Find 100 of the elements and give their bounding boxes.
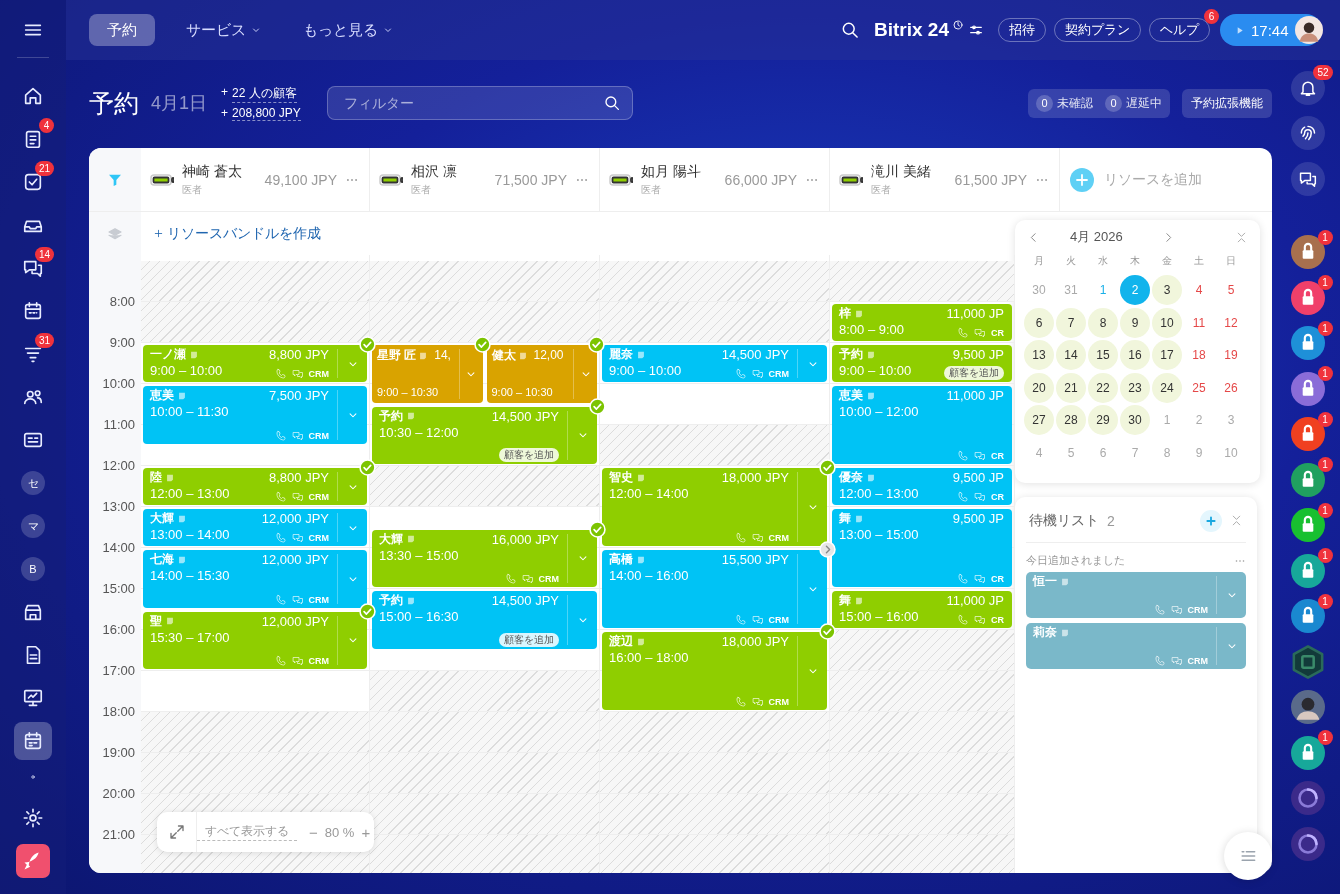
booking-card[interactable]: 智史 18,000 JPY 12:00 – 14:00 CRM xyxy=(602,468,827,546)
phone-icon[interactable] xyxy=(734,696,747,708)
crm-link[interactable]: CRM xyxy=(1187,655,1208,667)
lock-avatar[interactable] xyxy=(1290,462,1325,497)
crm-link[interactable]: CR xyxy=(991,327,1004,339)
booking-card[interactable]: 梓 11,000 JP 8:00 – 9:00 CR xyxy=(832,304,1012,341)
calendar-day[interactable]: 18 xyxy=(1184,340,1214,370)
calendar-day[interactable]: 19 xyxy=(1216,340,1246,370)
nav-button[interactable]: マ xyxy=(14,507,52,545)
phone-icon[interactable] xyxy=(957,573,969,585)
nav-button[interactable] xyxy=(14,842,52,880)
add-client-button[interactable]: 顧客を追加 xyxy=(944,366,1004,380)
stat-link[interactable]: 208,800 JPY xyxy=(232,106,301,121)
phone-icon[interactable] xyxy=(734,368,747,380)
phone-icon[interactable] xyxy=(957,491,969,503)
booking-card[interactable]: 星野 匠 14, 9:00 – 10:30 xyxy=(372,345,483,403)
calendar-day[interactable]: 16 xyxy=(1120,340,1150,370)
calendar-day[interactable]: 8 xyxy=(1088,307,1118,338)
zoom-in-button[interactable]: + xyxy=(357,823,375,841)
booking-card[interactable]: 一ノ瀬 8,800 JPY 9:00 – 10:00 CRM xyxy=(143,345,367,382)
calendar-day[interactable]: 20 xyxy=(1024,372,1054,403)
booking-card[interactable]: 高橋 15,500 JPY 14:00 – 16:00 CRM xyxy=(602,550,827,628)
crm-link[interactable]: CR xyxy=(991,450,1004,462)
phone-icon[interactable] xyxy=(274,491,287,503)
booking-card[interactable]: 予約 9,500 JP 9:00 – 10:00 顧客を追加 xyxy=(832,345,1012,382)
calendar-day[interactable]: 8 xyxy=(1152,437,1182,468)
calendar-day[interactable]: 2 xyxy=(1184,405,1214,435)
phone-icon[interactable] xyxy=(274,368,287,380)
booking-card[interactable]: 健太 12,00 9:00 – 10:30 xyxy=(486,345,597,403)
crm-link[interactable]: CR xyxy=(991,573,1004,585)
waitlist-card[interactable]: 莉奈 CRM xyxy=(1026,623,1246,669)
phone-icon[interactable] xyxy=(274,593,287,606)
calendar-day[interactable]: 15 xyxy=(1088,340,1118,370)
crm-link[interactable]: CRM xyxy=(768,368,789,380)
calendar-day[interactable]: 13 xyxy=(1024,340,1054,370)
avatar[interactable] xyxy=(1294,16,1323,44)
calendar-day[interactable]: 29 xyxy=(1088,405,1118,435)
nav-button[interactable] xyxy=(14,722,52,760)
crm-link[interactable]: CRM xyxy=(308,429,329,442)
crm-link[interactable]: CRM xyxy=(308,532,329,544)
search-icon[interactable] xyxy=(602,94,621,112)
status-label[interactable]: 未確認 xyxy=(1057,94,1093,112)
collapse-icon[interactable] xyxy=(1235,230,1248,244)
nav-button[interactable]: 4 xyxy=(14,120,52,158)
add-icon[interactable] xyxy=(1070,167,1094,192)
timer-button[interactable]: 17:44 xyxy=(1220,14,1322,46)
booking-card[interactable]: 舞 11,000 JP 15:00 – 16:00 CR xyxy=(832,591,1012,628)
booking-card[interactable]: 予約 14,500 JPY 15:00 – 16:30 顧客を追加 xyxy=(372,591,597,649)
lock-avatar[interactable] xyxy=(1290,371,1325,406)
lock-avatar[interactable] xyxy=(1290,599,1325,634)
add-client-button[interactable]: 顧客を追加 xyxy=(499,448,559,462)
calendar-day[interactable]: 26 xyxy=(1216,372,1246,403)
calendar-day[interactable]: 1 xyxy=(1152,405,1182,435)
booking-card[interactable]: 渡辺 18,000 JPY 16:00 – 18:00 CRM xyxy=(602,632,827,710)
extensions-button[interactable]: 予約拡張機能 xyxy=(1182,88,1272,118)
calendar-day[interactable]: 9 xyxy=(1184,437,1214,468)
add-icon[interactable] xyxy=(1200,509,1222,532)
crm-link[interactable]: CRM xyxy=(768,696,789,708)
bundle-link[interactable]: リソースバンドルを作成 xyxy=(167,224,321,243)
calendar-day[interactable]: 25 xyxy=(1184,372,1214,403)
calendar-day[interactable]: 2 xyxy=(1120,275,1150,305)
chat-icon[interactable] xyxy=(1290,161,1325,196)
booking-card[interactable]: 陸 8,800 JPY 12:00 – 13:00 CRM xyxy=(143,468,367,505)
calendar-day[interactable]: 23 xyxy=(1120,372,1150,403)
calendar-day[interactable]: 31 xyxy=(1056,275,1086,305)
phone-icon[interactable] xyxy=(957,327,969,339)
booking-card[interactable]: 大輝 16,000 JPY 13:30 – 15:00 CRM xyxy=(372,529,597,587)
crm-link[interactable]: CRM xyxy=(308,491,329,503)
hexagon-icon[interactable] xyxy=(1290,644,1325,679)
phone-icon[interactable] xyxy=(734,532,747,544)
stat-link[interactable]: 22 人の顧客 xyxy=(232,85,297,103)
nav-button[interactable]: 14 xyxy=(14,249,52,287)
calendar-day[interactable]: 4 xyxy=(1184,275,1214,305)
calendar-day[interactable]: 17 xyxy=(1152,340,1182,370)
calendar-day[interactable]: 3 xyxy=(1216,405,1246,435)
calendar-day[interactable]: 1 xyxy=(1088,275,1118,305)
calendar-day[interactable]: 24 xyxy=(1152,372,1182,403)
phone-icon[interactable] xyxy=(957,450,969,462)
lock-avatar[interactable] xyxy=(1290,417,1325,452)
waitlist-card[interactable]: 恒一 CRM xyxy=(1026,572,1246,618)
nav-button[interactable]: 21 xyxy=(14,163,52,201)
swirl-icon[interactable] xyxy=(1290,826,1325,861)
booking-card[interactable]: 予約 14,500 JPY 10:30 – 12:00 顧客を追加 xyxy=(372,406,597,464)
booking-card[interactable]: 聖 12,000 JPY 15:30 – 17:00 CRM xyxy=(143,611,367,669)
crm-link[interactable]: CRM xyxy=(768,614,789,626)
booking-card[interactable]: 麗奈 14,500 JPY 9:00 – 10:00 CRM xyxy=(602,345,827,382)
calendar-day[interactable]: 22 xyxy=(1088,372,1118,403)
nav-button[interactable]: 31 xyxy=(14,335,52,373)
booking-card[interactable]: 大輝 12,000 JPY 13:00 – 14:00 CRM xyxy=(143,509,367,546)
calendar-day[interactable]: 10 xyxy=(1152,307,1182,338)
phone-icon[interactable] xyxy=(1153,604,1166,616)
calendar-day[interactable]: 3 xyxy=(1152,275,1182,305)
phone-icon[interactable] xyxy=(274,429,287,442)
calendar-day[interactable]: 21 xyxy=(1056,372,1086,403)
phone-icon[interactable] xyxy=(274,655,287,667)
lock-avatar[interactable] xyxy=(1290,280,1325,315)
phone-icon[interactable] xyxy=(1153,655,1166,667)
nav-button[interactable]: B xyxy=(14,550,52,588)
calendar-day[interactable]: 4 xyxy=(1024,437,1054,468)
expand-icon[interactable] xyxy=(167,823,186,841)
